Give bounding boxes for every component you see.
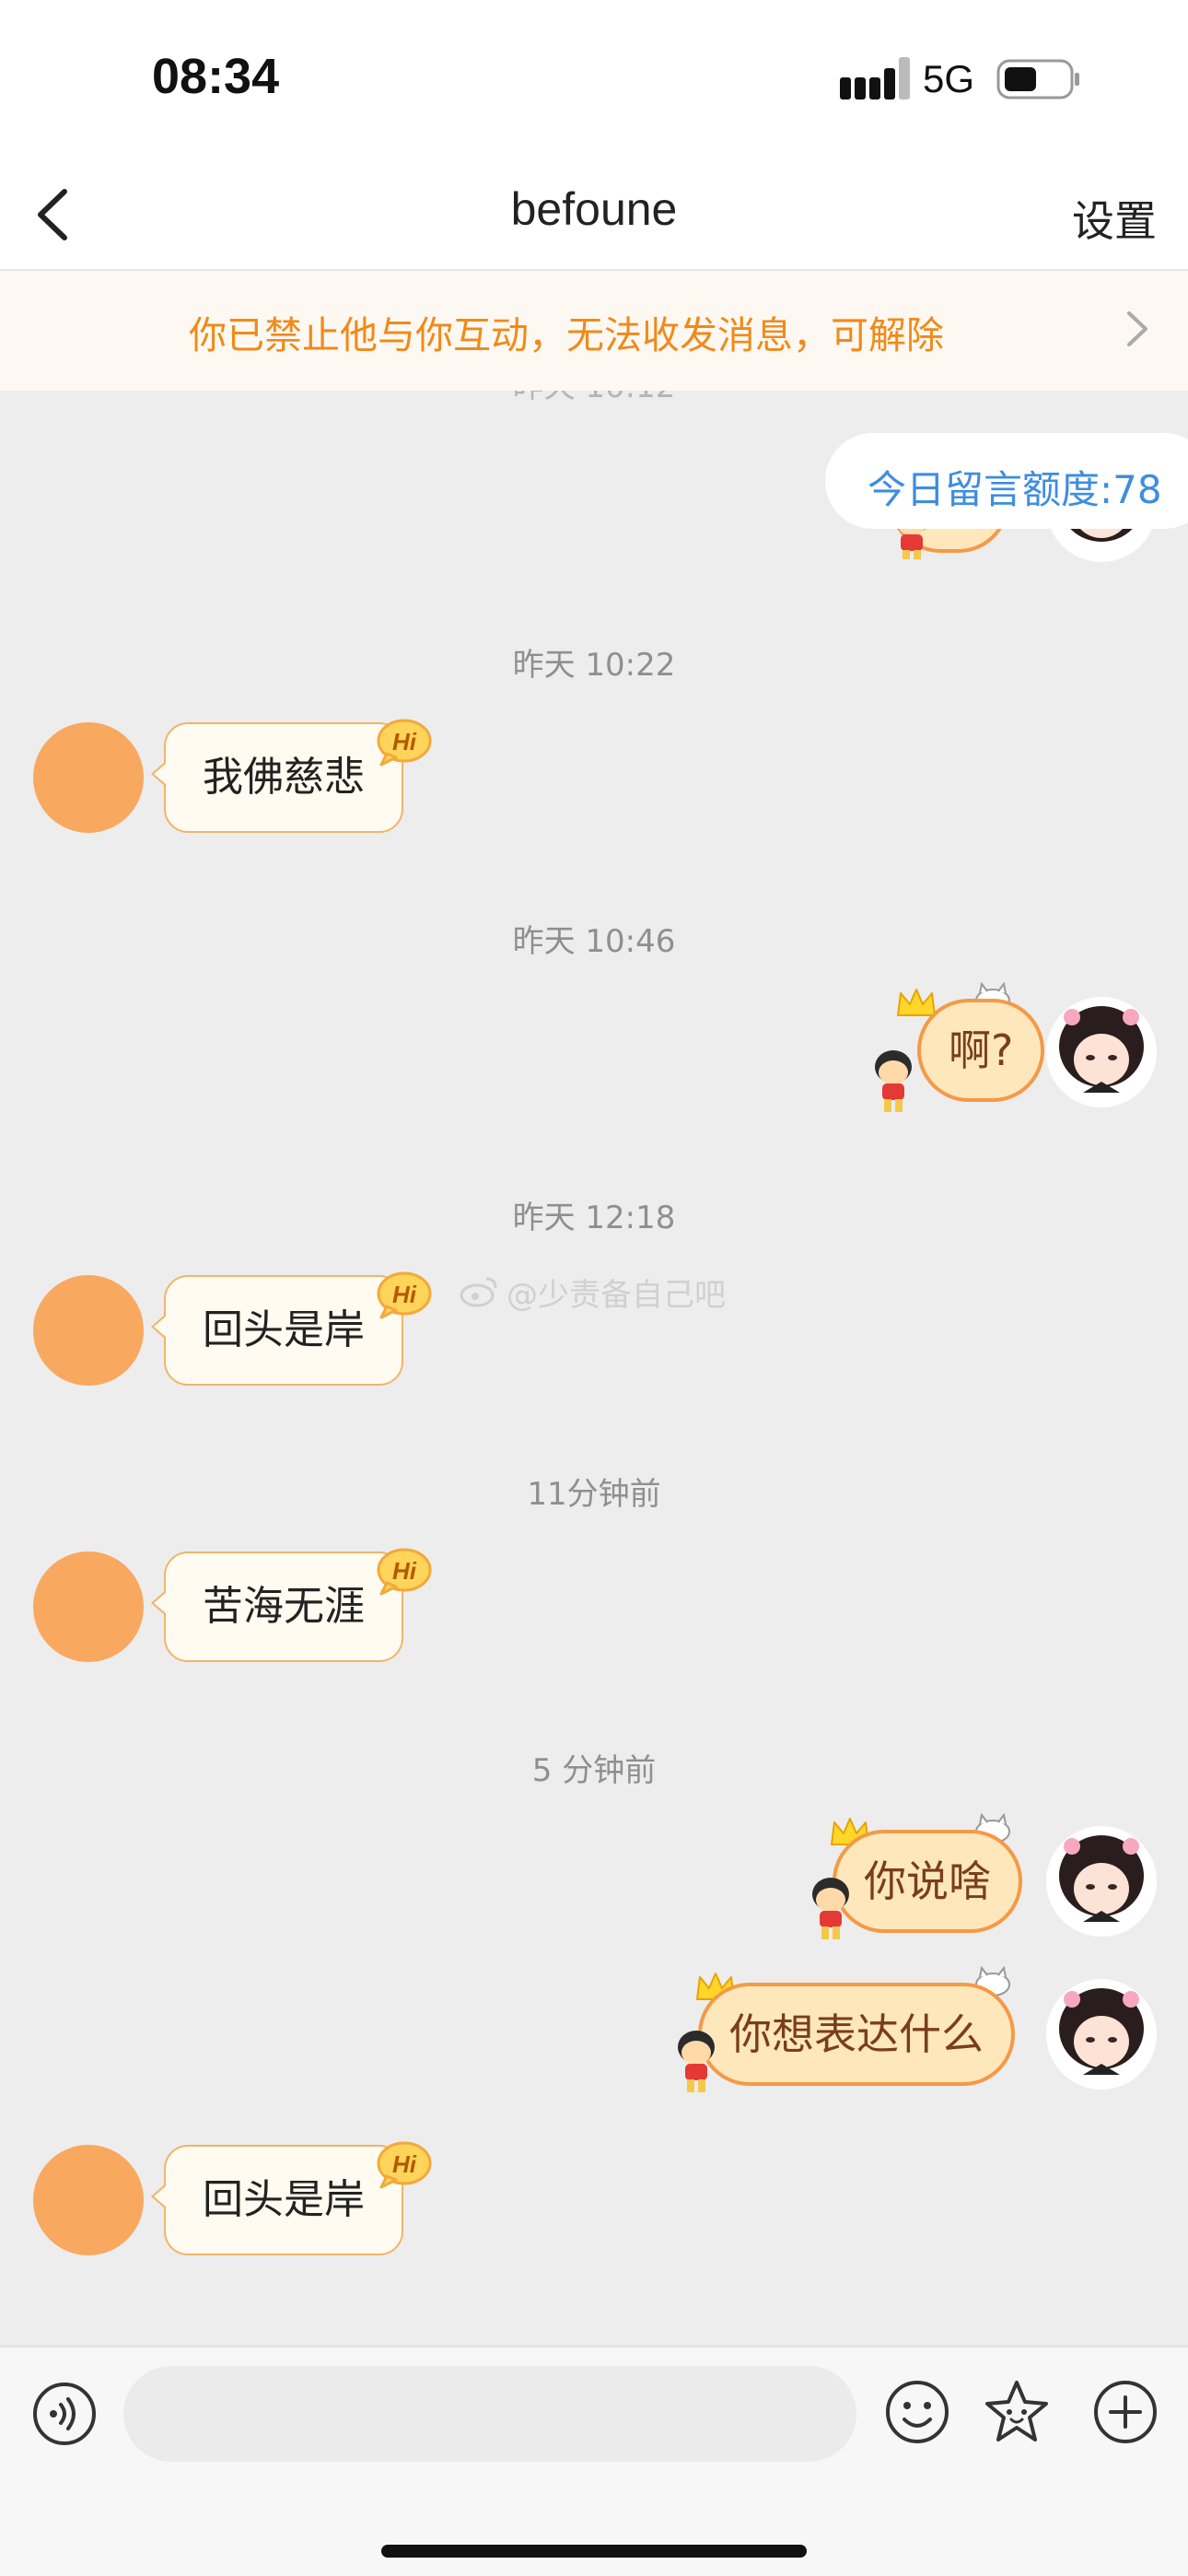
message-text: 啊? (949, 1025, 1014, 1075)
hi-badge-icon: Hi (377, 2141, 432, 2189)
status-bar: 08:34 5G (0, 0, 1188, 157)
my-avatar[interactable] (1046, 997, 1157, 1107)
contact-avatar[interactable] (33, 1551, 144, 1662)
banner-text: 你已禁止他与你互动，无法收发消息，可解除 (189, 313, 944, 357)
input-bar (0, 2346, 1188, 2576)
status-time: 08:34 (152, 49, 280, 104)
hi-badge-text: Hi (392, 1281, 417, 1308)
incoming-message[interactable]: 回头是岸 Hi (151, 2141, 432, 2255)
timestamp: 昨天 10:46 (512, 923, 676, 960)
voice-icon[interactable] (31, 2381, 98, 2447)
message-text: 苦海无涯 (203, 1583, 365, 1630)
contact-avatar[interactable] (33, 2145, 144, 2255)
message-text: 回头是岸 (203, 2176, 365, 2223)
incoming-message[interactable]: 回头是岸 Hi (151, 1271, 432, 1386)
message-text: 回头是岸 (203, 1306, 365, 1353)
outgoing-message[interactable]: 你说啥 (833, 1830, 1022, 1933)
chevron-right-icon (1127, 311, 1147, 346)
outgoing-message[interactable]: 你想表达什么 (698, 1983, 1015, 2086)
page-title: befoune (510, 183, 678, 235)
hi-badge-icon: Hi (377, 719, 432, 767)
nav-bar: befoune 设置 (0, 157, 1188, 271)
message-input[interactable] (123, 2366, 856, 2462)
signal-icon (840, 57, 910, 100)
timestamp: 11分钟前 (527, 1476, 661, 1513)
blocked-banner[interactable]: 你已禁止他与你互动，无法收发消息，可解除 (0, 271, 1188, 391)
contact-avatar[interactable] (33, 1275, 144, 1386)
weibo-icon (460, 1277, 497, 1307)
hi-badge-text: Hi (392, 728, 417, 755)
outgoing-message[interactable]: 啊? (917, 999, 1045, 1102)
my-avatar[interactable] (1046, 1979, 1157, 2090)
incoming-message[interactable]: 我佛慈悲 Hi (151, 719, 432, 833)
message-text: 我佛慈悲 (203, 754, 365, 801)
incoming-message[interactable]: 苦海无涯 Hi (151, 1548, 432, 1662)
plus-icon[interactable] (1092, 2379, 1159, 2445)
cartoon-kid-icon (678, 2031, 715, 2092)
home-indicator[interactable] (381, 2545, 807, 2558)
message-text: 你想表达什么 (729, 2009, 984, 2059)
hi-badge-text: Hi (392, 1557, 417, 1585)
quota-pill: 今日留言额度:78 (825, 433, 1188, 529)
settings-button[interactable]: 设置 (1072, 188, 1157, 249)
battery-icon (996, 59, 1079, 100)
timestamp: 昨天 10:22 (512, 647, 676, 684)
quota-text: 今日留言额度:78 (868, 467, 1162, 512)
cartoon-kid-icon (875, 1050, 912, 1112)
hi-badge-icon: Hi (377, 1271, 432, 1319)
timestamp: 昨天 12:18 (512, 1200, 676, 1236)
timestamp: 5 分钟前 (531, 1752, 657, 1789)
contact-avatar[interactable] (33, 722, 144, 833)
hi-badge-icon: Hi (377, 1548, 432, 1596)
watermark: @少责备自己吧 (507, 1277, 726, 1314)
sticker-icon[interactable] (982, 2377, 1052, 2447)
hi-badge-text: Hi (392, 2150, 417, 2178)
network-label: 5G (923, 57, 975, 100)
cartoon-kid-icon (812, 1878, 849, 1939)
my-avatar[interactable] (1046, 1826, 1157, 1937)
message-text: 你说啥 (864, 1856, 991, 1906)
emoji-icon[interactable] (884, 2379, 950, 2445)
